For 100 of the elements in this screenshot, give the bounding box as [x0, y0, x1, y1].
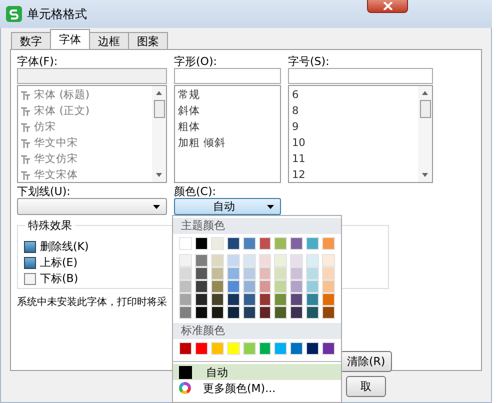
color-swatch[interactable] — [306, 237, 320, 250]
menu-item[interactable]: 自动 — [173, 364, 341, 380]
color-swatch[interactable] — [290, 237, 304, 250]
color-swatch[interactable] — [242, 293, 256, 306]
color-swatch[interactable] — [210, 342, 224, 355]
underline-dropdown[interactable] — [17, 198, 167, 215]
list-item[interactable]: 加粗 倾斜 — [178, 135, 277, 151]
color-swatch[interactable] — [194, 306, 208, 319]
scrollbar-thumb[interactable] — [154, 100, 164, 118]
scroll-up-icon[interactable] — [156, 91, 162, 95]
input-field[interactable] — [288, 68, 433, 84]
checkbox-option[interactable]: 上标(E) — [24, 256, 388, 269]
color-swatch[interactable] — [274, 293, 288, 306]
checkbox-option[interactable]: 下标(B) — [24, 272, 388, 285]
list-item[interactable]: 6 — [292, 87, 415, 103]
color-swatch[interactable] — [226, 293, 240, 306]
tab[interactable]: 图案 — [128, 32, 168, 49]
scroll-down-icon[interactable] — [422, 173, 428, 177]
color-dropdown[interactable]: 自动 — [174, 198, 281, 215]
color-swatch[interactable] — [210, 237, 224, 250]
color-swatch[interactable] — [258, 237, 272, 250]
list-item[interactable]: 9 — [292, 119, 415, 135]
list-item[interactable]: 8 — [292, 103, 415, 119]
color-swatch[interactable] — [242, 280, 256, 293]
color-swatch[interactable] — [179, 306, 192, 319]
scrollbar[interactable] — [152, 86, 166, 182]
color-swatch[interactable] — [258, 280, 272, 293]
color-swatch[interactable] — [226, 342, 240, 355]
tab[interactable]: 字体 — [50, 29, 90, 49]
color-swatch[interactable] — [290, 254, 304, 267]
color-swatch[interactable] — [226, 237, 240, 250]
color-swatch[interactable] — [242, 237, 256, 250]
checkbox[interactable] — [24, 256, 36, 268]
color-swatch[interactable] — [194, 267, 208, 280]
color-swatch[interactable] — [274, 254, 288, 267]
color-swatch[interactable] — [322, 342, 336, 355]
color-swatch[interactable] — [210, 306, 224, 319]
list-item[interactable]: 11 — [292, 151, 415, 167]
color-swatch[interactable] — [226, 267, 240, 280]
list-item[interactable]: 华文宋体 — [21, 167, 149, 182]
list-item[interactable]: 仿宋 — [21, 119, 149, 135]
color-swatch[interactable] — [194, 293, 208, 306]
color-swatch[interactable] — [322, 306, 336, 319]
clear-button[interactable]: 清除(R) — [340, 351, 392, 372]
color-swatch[interactable] — [258, 342, 272, 355]
color-swatch[interactable] — [226, 254, 240, 267]
color-swatch[interactable] — [274, 237, 288, 250]
color-swatch[interactable] — [306, 293, 320, 306]
color-swatch[interactable] — [322, 280, 336, 293]
checkbox-option[interactable]: 删除线(K) — [24, 240, 388, 253]
checkbox[interactable] — [24, 272, 36, 284]
list-item[interactable]: 10 — [292, 135, 415, 151]
color-swatch[interactable] — [179, 254, 192, 267]
color-swatch[interactable] — [226, 306, 240, 319]
color-swatch[interactable] — [274, 306, 288, 319]
color-swatch[interactable] — [306, 306, 320, 319]
color-swatch[interactable] — [306, 342, 320, 355]
color-swatch[interactable] — [322, 254, 336, 267]
color-swatch[interactable] — [274, 342, 288, 355]
color-swatch[interactable] — [210, 293, 224, 306]
color-swatch[interactable] — [306, 280, 320, 293]
color-swatch[interactable] — [258, 254, 272, 267]
color-swatch[interactable] — [290, 306, 304, 319]
scroll-up-icon[interactable] — [422, 91, 428, 95]
input-field[interactable] — [174, 68, 281, 84]
color-swatch[interactable] — [210, 280, 224, 293]
color-swatch[interactable] — [258, 293, 272, 306]
color-swatch[interactable] — [322, 293, 336, 306]
color-swatch[interactable] — [242, 342, 256, 355]
color-swatch[interactable] — [290, 267, 304, 280]
color-swatch[interactable] — [194, 280, 208, 293]
color-swatch[interactable] — [258, 306, 272, 319]
color-swatch[interactable] — [179, 237, 192, 250]
color-swatch[interactable] — [306, 267, 320, 280]
color-swatch[interactable] — [226, 280, 240, 293]
color-swatch[interactable] — [290, 280, 304, 293]
color-swatch[interactable] — [242, 267, 256, 280]
scroll-down-icon[interactable] — [156, 173, 162, 177]
cancel-button[interactable]: 取 — [346, 376, 386, 397]
list-item[interactable]: 粗体 — [178, 119, 277, 135]
list-item[interactable]: 宋体 (标题) — [21, 87, 149, 103]
color-swatch[interactable] — [274, 267, 288, 280]
color-swatch[interactable] — [210, 254, 224, 267]
menu-item[interactable]: 更多颜色(M)... — [173, 380, 341, 396]
color-swatch[interactable] — [290, 342, 304, 355]
color-swatch[interactable] — [306, 254, 320, 267]
color-swatch[interactable] — [274, 280, 288, 293]
color-swatch[interactable] — [242, 306, 256, 319]
color-swatch[interactable] — [179, 293, 192, 306]
list-item[interactable]: 华文仿宋 — [21, 151, 149, 167]
color-swatch[interactable] — [179, 342, 192, 355]
input-field[interactable] — [17, 68, 167, 84]
color-swatch[interactable] — [210, 267, 224, 280]
color-swatch[interactable] — [258, 267, 272, 280]
list-item[interactable]: 斜体 — [178, 103, 277, 119]
list-item[interactable]: 宋体 (正文) — [21, 103, 149, 119]
tab[interactable]: 数字 — [11, 32, 51, 49]
tab[interactable]: 边框 — [89, 32, 129, 49]
list-item[interactable]: 12 — [292, 167, 415, 182]
color-swatch[interactable] — [179, 267, 192, 280]
